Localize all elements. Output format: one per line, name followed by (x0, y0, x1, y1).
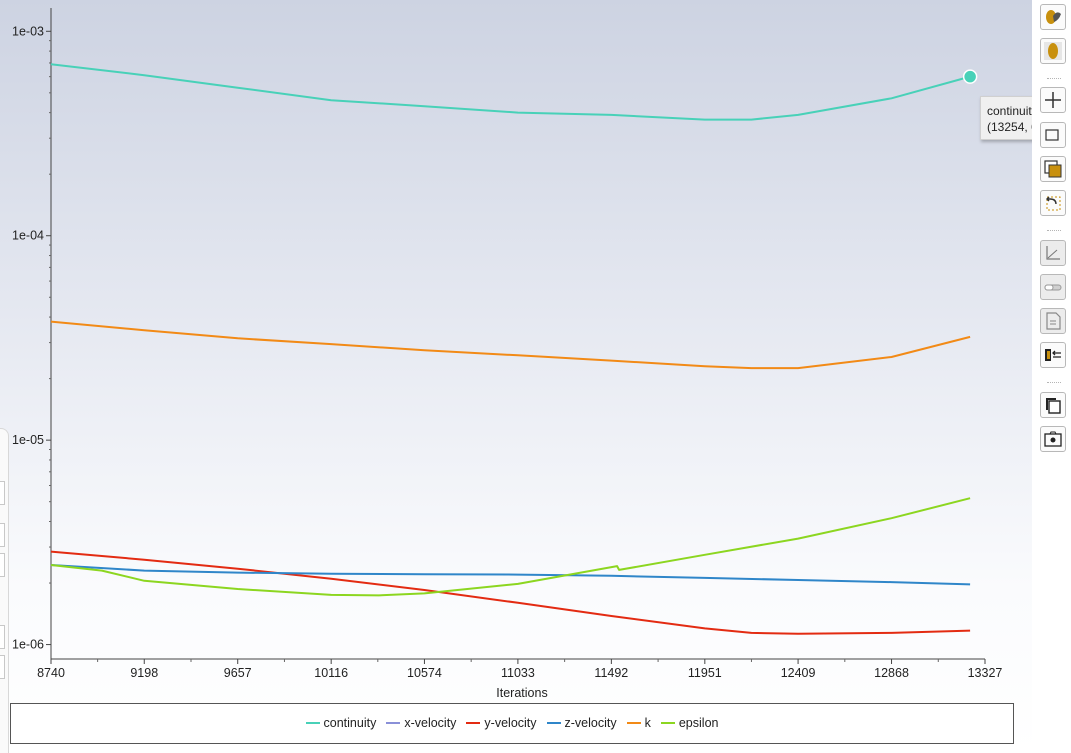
x-tick-label: 8740 (37, 666, 65, 680)
pan-button[interactable] (1040, 87, 1066, 113)
legend-item-continuity[interactable]: continuity (305, 716, 377, 730)
y-tick-label: 1e-06 (12, 638, 44, 652)
legend-item-epsilon[interactable]: epsilon (660, 716, 719, 730)
series-line-continuity[interactable] (50, 63, 971, 121)
legend-label: continuity (323, 716, 377, 730)
screenshot-icon (1044, 431, 1062, 447)
toolbar-separator (1047, 78, 1061, 79)
chart-area: 1e-03 1e-04 1e-05 1e-06 8740 9198 9657 10116 105… (0, 0, 1071, 753)
undo-button[interactable] (1040, 190, 1066, 216)
x-tick-label: 11951 (688, 666, 722, 680)
side-panel-tab[interactable] (0, 481, 5, 505)
legend-label: z-velocity (564, 716, 617, 730)
axes-icon (1046, 246, 1060, 260)
x-tick-label: 9198 (130, 666, 158, 680)
side-panel-tab[interactable] (0, 655, 5, 679)
y-tick-label: 1e-05 (12, 433, 44, 447)
document-icon (1046, 312, 1061, 330)
legend-label: y-velocity (484, 716, 537, 730)
legend-label: x-velocity (404, 716, 457, 730)
y-tick-label: 1e-04 (12, 229, 44, 243)
pan-icon (1045, 92, 1061, 108)
slider-icon (1044, 284, 1062, 291)
legend-swatch (466, 722, 481, 724)
series-line-z-velocity[interactable] (50, 564, 971, 586)
legend-swatch (386, 722, 401, 724)
axes: 1e-03 1e-04 1e-05 1e-06 8740 9198 9657 10116 105… (12, 8, 1002, 680)
legend-swatch (660, 722, 675, 724)
fit-view-icon (1046, 10, 1061, 24)
undo-icon (1046, 196, 1061, 211)
legend: continuity x-velocity y-velocity z-velocity… (10, 703, 1014, 744)
legend-item-z-velocity[interactable]: z-velocity (546, 716, 617, 730)
x-tick-label: 13327 (968, 666, 1003, 680)
copy-icon (1044, 160, 1062, 178)
zoom-icon (1044, 42, 1062, 60)
side-panel-tab[interactable] (0, 625, 5, 649)
series-line-k[interactable] (50, 320, 971, 370)
series-layer (50, 63, 971, 635)
side-panel-tab[interactable] (0, 523, 5, 547)
zoom-button[interactable] (1040, 38, 1066, 64)
document-button[interactable] (1040, 308, 1066, 334)
x-tick-label: 11033 (501, 666, 535, 680)
legend-toggle-icon (1045, 349, 1061, 361)
x-tick-label: 12868 (874, 666, 909, 680)
x-tick-label: 9657 (224, 666, 252, 680)
side-panel-tab[interactable] (0, 553, 5, 577)
legend-swatch (546, 722, 561, 724)
screenshot-button[interactable] (1040, 426, 1066, 452)
plot-toolbar (1032, 0, 1071, 753)
x-axis-label: Iterations (496, 686, 547, 700)
y-tick-label: 1e-03 (12, 24, 44, 38)
fit-view-button[interactable] (1040, 4, 1066, 30)
duplicate-icon (1046, 398, 1061, 414)
marker-layer (962, 69, 978, 84)
select-button[interactable] (1040, 122, 1066, 148)
select-icon (1045, 129, 1059, 141)
residuals-plot[interactable]: 1e-03 1e-04 1e-05 1e-06 8740 9198 9657 10116 105… (0, 0, 1032, 700)
x-tick-label: 10574 (407, 666, 442, 680)
legend-swatch (626, 722, 641, 724)
axes-button[interactable] (1040, 240, 1066, 266)
legend-swatch (305, 722, 320, 724)
x-tick-label: 10116 (314, 666, 348, 680)
legend-toggle-button[interactable] (1040, 342, 1066, 368)
legend-label: k (644, 716, 651, 730)
duplicate-button[interactable] (1040, 392, 1066, 418)
legend-items: continuity x-velocity y-velocity z-velocity… (11, 716, 1013, 730)
legend-item-y-velocity[interactable]: y-velocity (466, 716, 537, 730)
x-tick-label: 11492 (594, 666, 628, 680)
legend-item-x-velocity[interactable]: x-velocity (386, 716, 456, 730)
hover-point-marker[interactable] (962, 69, 978, 84)
copy-button[interactable] (1040, 156, 1066, 182)
series-line-y-velocity[interactable] (50, 550, 971, 635)
side-panel[interactable] (0, 428, 9, 753)
slider-button[interactable] (1040, 274, 1066, 300)
x-tick-label: 12409 (781, 666, 816, 680)
legend-item-k[interactable]: k (626, 716, 651, 730)
toolbar-separator (1047, 230, 1061, 231)
legend-label: epsilon (678, 716, 719, 730)
toolbar-separator (1047, 382, 1061, 383)
